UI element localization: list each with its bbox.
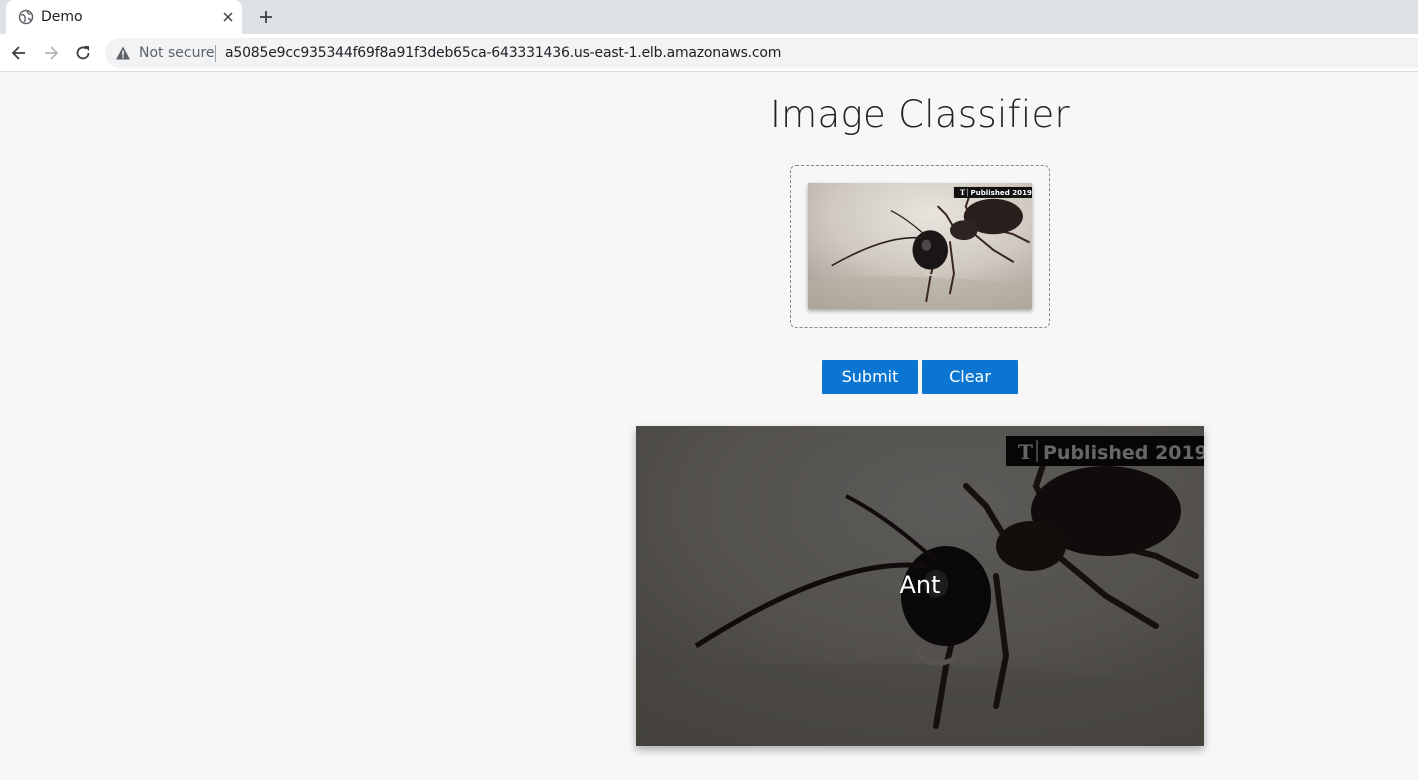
omnibox-divider bbox=[215, 45, 216, 62]
browser-toolbar: Not secure a5085e9cc935344f69f8a91f3deb6… bbox=[0, 34, 1418, 72]
browser-tab[interactable]: Demo bbox=[6, 0, 242, 34]
clear-button[interactable]: Clear bbox=[922, 360, 1018, 394]
close-icon[interactable] bbox=[220, 9, 236, 25]
back-arrow-icon[interactable] bbox=[9, 43, 29, 63]
forward-arrow-icon[interactable] bbox=[41, 43, 61, 63]
new-tab-icon[interactable] bbox=[256, 7, 276, 27]
tab-strip: Demo bbox=[0, 0, 1418, 34]
svg-text:T: T bbox=[960, 188, 966, 197]
classification-result: T Published 2019 Ant bbox=[636, 426, 1204, 746]
warning-icon[interactable] bbox=[115, 45, 131, 61]
uploaded-image-thumbnail: T Published 2019 bbox=[808, 183, 1032, 309]
url-text[interactable]: a5085e9cc935344f69f8a91f3deb65ca-6433314… bbox=[225, 45, 781, 61]
tab-title: Demo bbox=[41, 9, 83, 25]
svg-text:Published 2019: Published 2019 bbox=[970, 188, 1032, 197]
ant-photo: T Published 2019 bbox=[808, 183, 1032, 309]
page-title: Image Classifier bbox=[769, 93, 1071, 136]
submit-button[interactable]: Submit bbox=[822, 360, 918, 394]
image-dropzone[interactable]: T Published 2019 bbox=[790, 165, 1050, 328]
page-content: Image Classifier T Published 2019 Submit… bbox=[0, 73, 1418, 780]
prediction-label: Ant bbox=[899, 571, 941, 599]
address-bar[interactable]: Not secure a5085e9cc935344f69f8a91f3deb6… bbox=[105, 38, 1418, 68]
reload-icon[interactable] bbox=[73, 43, 93, 63]
security-status[interactable]: Not secure bbox=[139, 45, 215, 61]
globe-icon bbox=[18, 9, 34, 25]
